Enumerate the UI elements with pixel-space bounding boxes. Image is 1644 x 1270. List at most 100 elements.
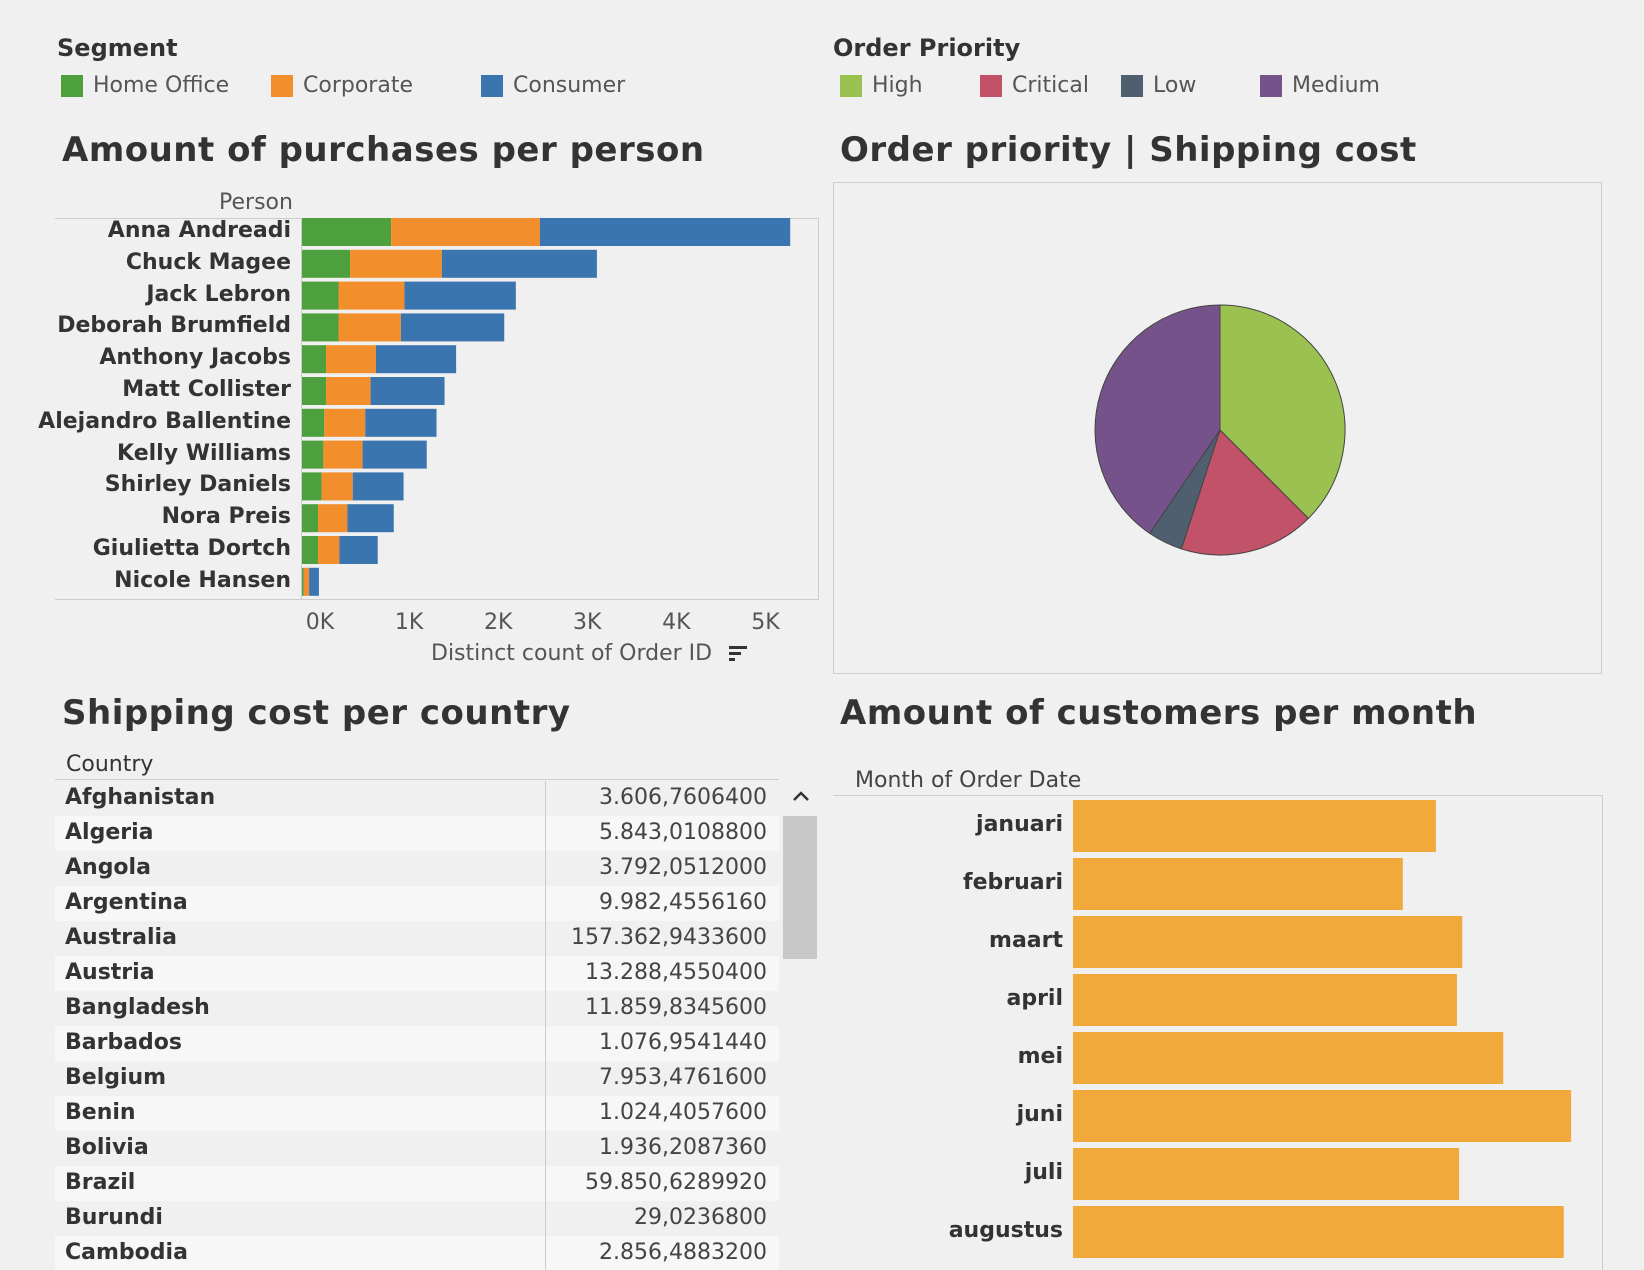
month-label: augustus [948,1218,1063,1243]
bar-giulietta-dortch-consumer[interactable] [339,536,378,564]
x-tick-label: 3K [573,610,602,635]
month-label: april [1006,986,1063,1011]
country-cell: Angola [65,855,151,880]
bar-anthony-jacobs-corporate[interactable] [326,345,376,374]
month-label: juni [1016,1102,1063,1127]
shipping-cost-cell: 11.859,8345600 [585,995,767,1020]
bar-matt-collister-home-office[interactable] [302,377,327,405]
priority-legend-title: Order Priority [833,34,1021,62]
priority-legend-item-critical[interactable]: Critical [980,73,1089,98]
bar-matt-collister-corporate[interactable] [326,377,371,405]
x-tick-label: 0K [305,610,335,635]
bar-nora-preis-home-office[interactable] [302,504,319,533]
bar-jack-lebron-home-office[interactable] [302,281,339,310]
bar-anthony-jacobs-home-office[interactable] [302,345,327,374]
month-bar-februari[interactable] [1073,858,1403,910]
table-scrollbar[interactable] [783,781,818,1270]
bar-kelly-williams-corporate[interactable] [323,440,363,469]
bar-nora-preis-corporate[interactable] [318,504,348,533]
country-cell: Austria [65,960,155,985]
scrollbar-thumb[interactable] [783,816,817,959]
country-cell: Burundi [65,1205,163,1230]
purchases-x-ticks: 0K 1K 2K 3K 4K 5K [0,610,830,640]
segment-legend-swatch [481,74,503,97]
sort-descending-icon[interactable] [729,646,748,662]
country-cell: Bolivia [65,1135,149,1160]
priority-legend-swatch [1260,74,1282,97]
table-row[interactable]: Burundi 29,0236800 [55,1201,779,1236]
bar-chuck-magee-consumer[interactable] [441,249,597,278]
priority-legend-item-low[interactable]: Low [1121,73,1196,98]
table-row[interactable]: Bangladesh 11.859,8345600 [55,991,779,1026]
country-cell: Argentina [65,890,188,915]
month-bar-januari[interactable] [1073,800,1436,852]
bar-anthony-jacobs-consumer[interactable] [375,345,457,374]
shipping-cost-cell: 13.288,4550400 [585,960,767,985]
shipping-cost-cell: 5.843,0108800 [599,820,767,845]
bar-alejandro-ballentine-home-office[interactable] [302,408,325,437]
customers-right-border [1602,795,1603,1270]
bar-jack-lebron-corporate[interactable] [338,281,405,310]
table-row[interactable]: Austria 13.288,4550400 [55,956,779,991]
table-row[interactable]: Brazil 59.850,6289920 [55,1166,779,1201]
bar-shirley-daniels-home-office[interactable] [302,472,322,501]
table-row[interactable]: Belgium 7.953,4761600 [55,1061,779,1096]
bar-anna-andreadi-corporate[interactable] [391,218,540,246]
bar-anna-andreadi-home-office[interactable] [302,218,392,246]
table-row[interactable]: Benin 1.024,4057600 [55,1096,779,1131]
priority-legend-label: High [872,73,923,98]
person-label: Jack Lebron [146,281,291,307]
month-bar-april[interactable] [1073,974,1457,1026]
bar-alejandro-ballentine-corporate[interactable] [324,408,366,437]
table-row[interactable]: Cambodia 2.856,4883200 [55,1236,779,1270]
person-label: Nora Preis [161,504,291,530]
bar-giulietta-dortch-corporate[interactable] [318,536,340,564]
bar-kelly-williams-home-office[interactable] [302,440,324,469]
person-label: Chuck Magee [125,249,291,275]
scroll-up-icon[interactable] [792,789,810,803]
bar-shirley-daniels-corporate[interactable] [321,472,353,501]
bar-deborah-brumfield-home-office[interactable] [302,313,339,342]
person-label: Shirley Daniels [104,472,291,498]
priority-legend-item-medium[interactable]: Medium [1260,73,1380,98]
table-row[interactable]: Bolivia 1.936,2087360 [55,1131,779,1166]
table-row[interactable]: Algeria 5.843,0108800 [55,816,779,851]
table-row[interactable]: Barbados 1.076,9541440 [55,1026,779,1061]
month-bar-mei[interactable] [1073,1032,1504,1084]
purchases-x-axis-title: Distinct count of Order ID [431,641,748,666]
priority-legend-label: Medium [1292,73,1380,98]
segment-legend-item-corporate[interactable]: Corporate [271,73,413,98]
month-bar-juni[interactable] [1073,1090,1572,1142]
bar-jack-lebron-consumer[interactable] [404,281,516,310]
bar-deborah-brumfield-corporate[interactable] [338,313,401,342]
bar-shirley-daniels-consumer[interactable] [352,472,404,501]
table-row[interactable]: Angola 3.792,0512000 [55,851,779,886]
shipping-cost-cell: 3.606,7606400 [599,785,767,810]
bar-nicole-hansen-home-office[interactable] [302,567,304,596]
priority-pie-chart [1094,304,1346,556]
segment-legend-item-consumer[interactable]: Consumer [481,73,625,98]
bar-chuck-magee-home-office[interactable] [302,249,351,278]
bar-alejandro-ballentine-consumer[interactable] [365,408,437,437]
bar-anna-andreadi-consumer[interactable] [539,218,791,246]
table-row[interactable]: Afghanistan 3.606,7606400 [55,781,779,816]
country-cell: Benin [65,1100,136,1125]
bar-deborah-brumfield-consumer[interactable] [400,313,505,342]
month-bar-augustus[interactable] [1073,1206,1564,1258]
table-row[interactable]: Australia 157.362,9433600 [55,921,779,956]
x-tick-label: 2K [483,610,513,635]
bar-chuck-magee-corporate[interactable] [350,249,442,278]
bar-giulietta-dortch-home-office[interactable] [302,536,319,564]
country-cell: Afghanistan [65,785,216,810]
bar-nicole-hansen-consumer[interactable] [309,567,319,596]
bar-nicole-hansen-corporate[interactable] [303,567,310,596]
priority-legend-item-high[interactable]: High [840,73,923,98]
month-bar-maart[interactable] [1073,916,1463,968]
bar-matt-collister-consumer[interactable] [370,377,445,405]
bar-kelly-williams-consumer[interactable] [362,440,427,469]
shipping-cost-cell: 9.982,4556160 [599,890,767,915]
month-bar-juli[interactable] [1073,1148,1460,1200]
table-row[interactable]: Argentina 9.982,4556160 [55,886,779,921]
bar-nora-preis-consumer[interactable] [347,504,394,533]
shipping-chart-title: Shipping cost per country [62,693,571,733]
